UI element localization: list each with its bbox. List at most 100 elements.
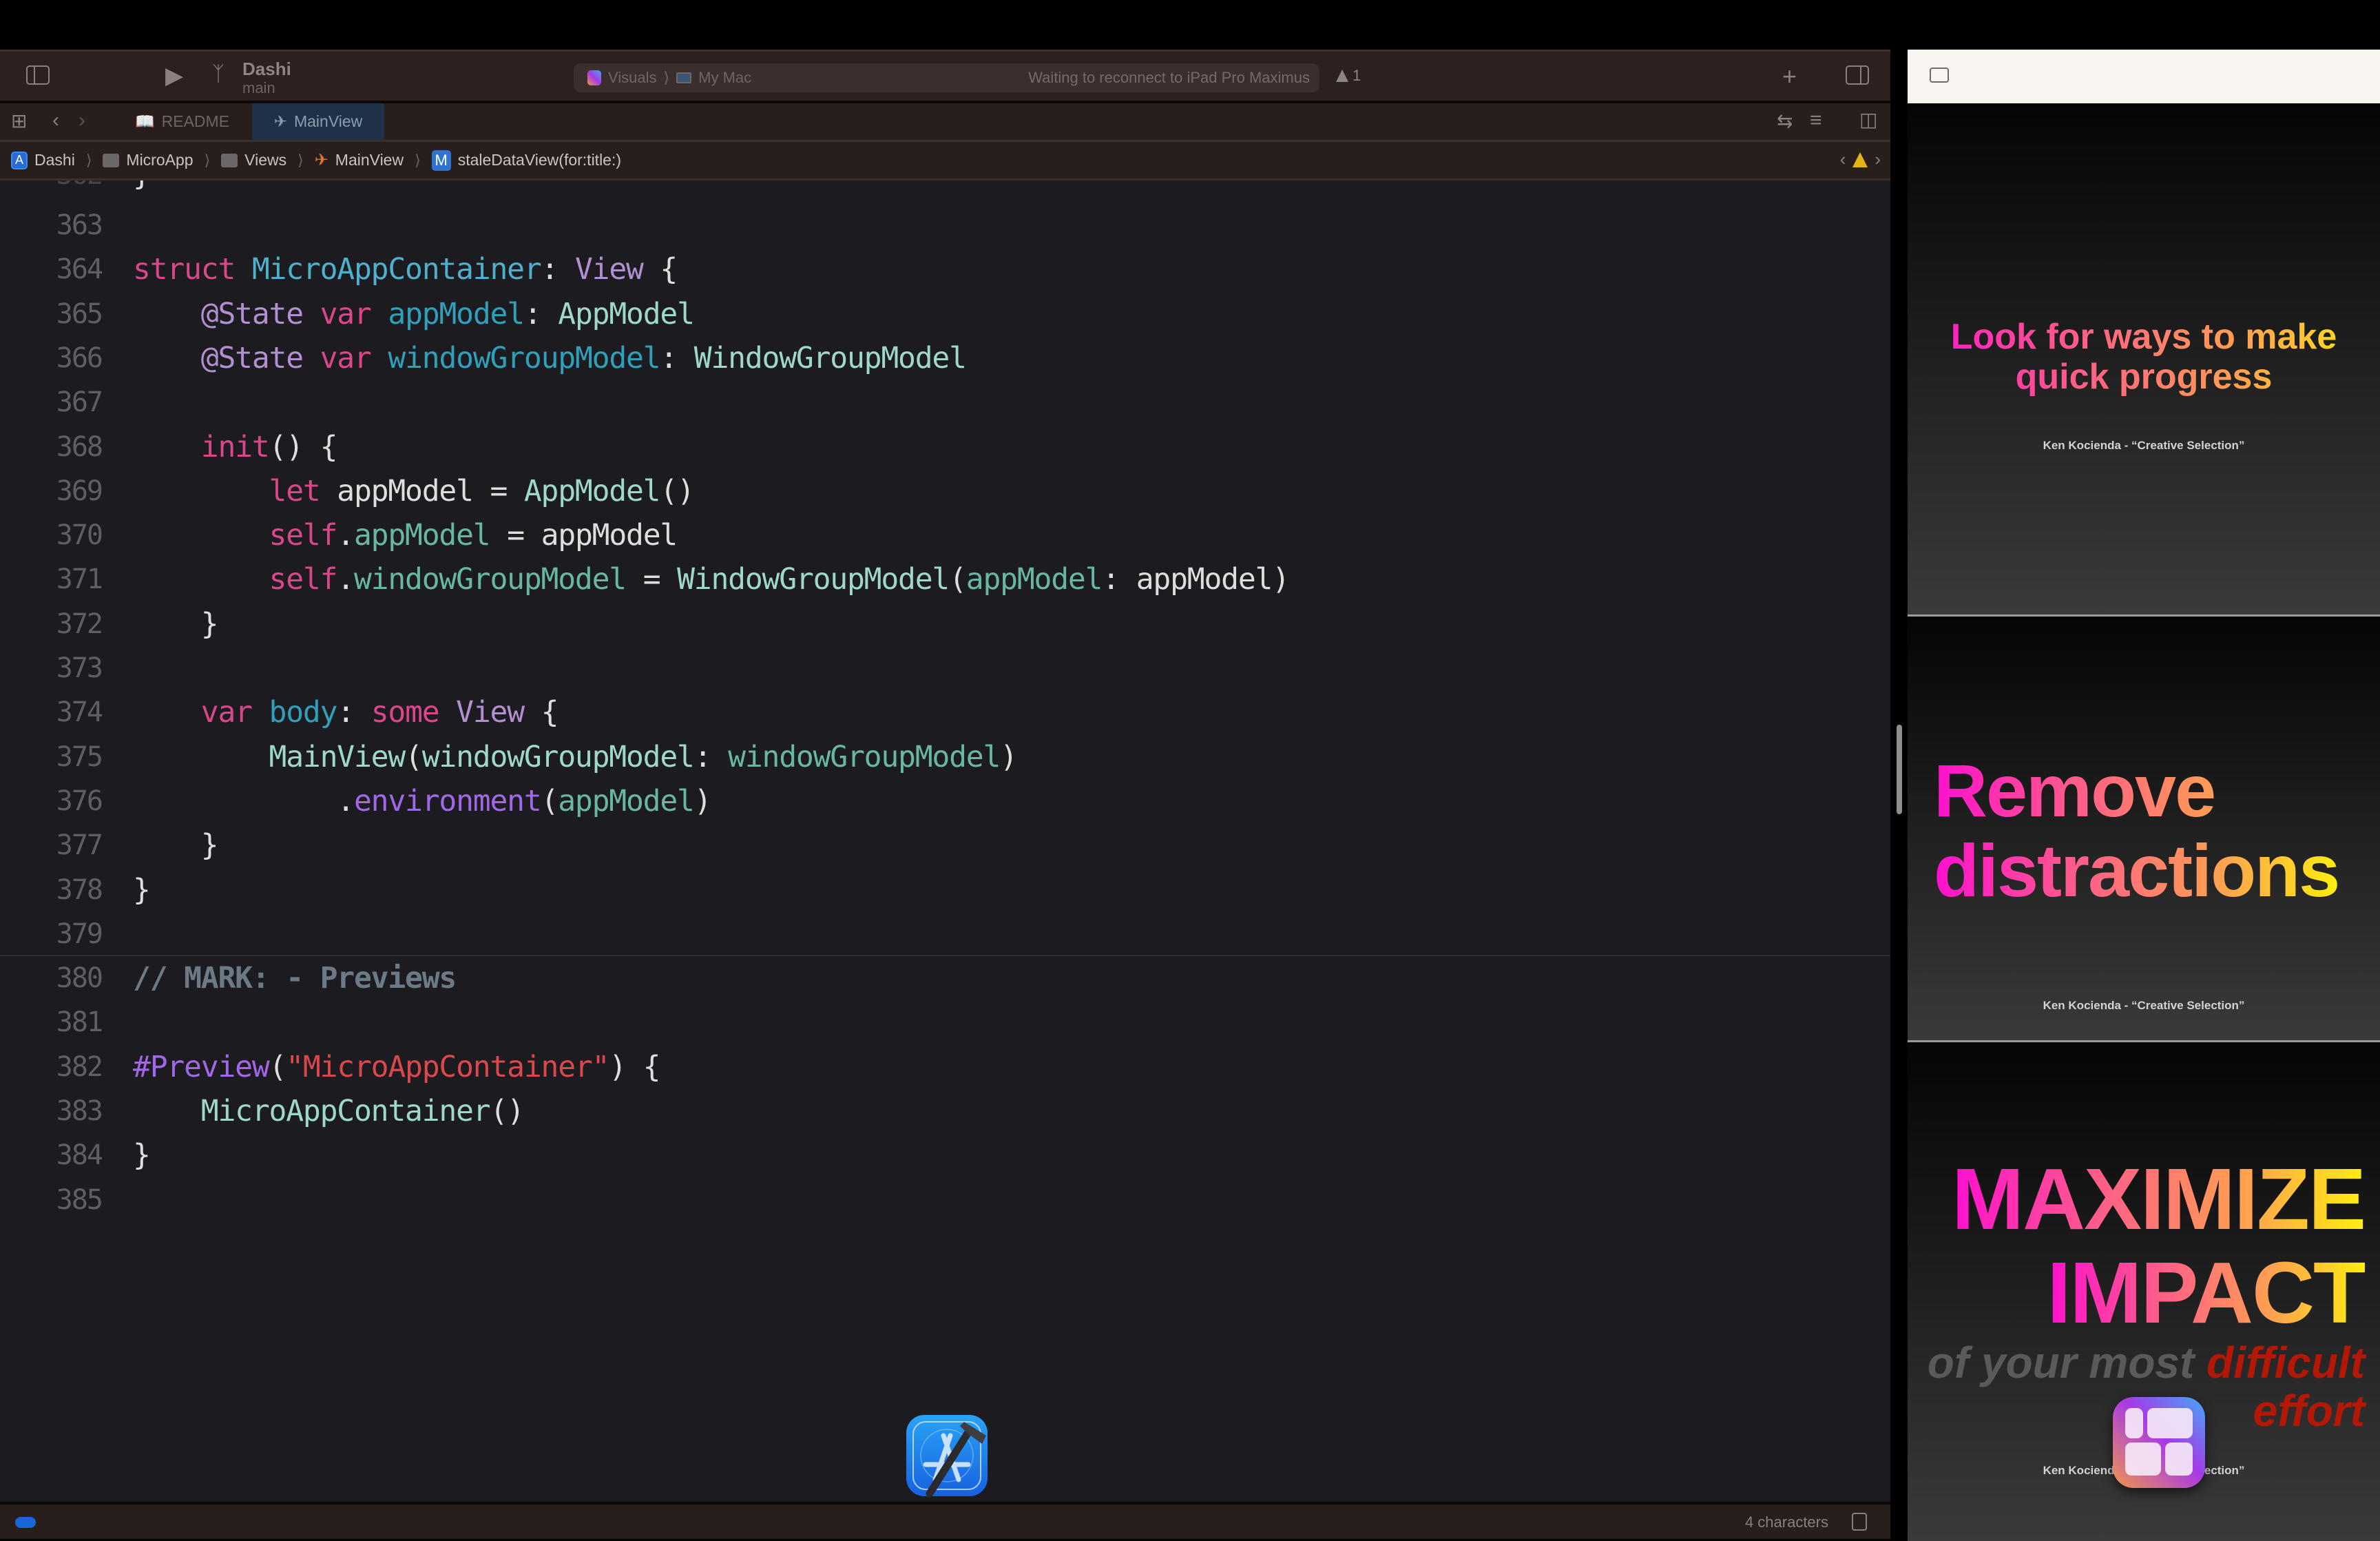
add-icon[interactable]: +	[1782, 64, 1797, 89]
code-token: self	[269, 518, 338, 553]
line-number: 381	[56, 1006, 103, 1039]
next-issue-icon[interactable]: ›	[1875, 149, 1881, 170]
warning-icon[interactable]	[1852, 152, 1868, 167]
crumb-method[interactable]: M staleDataView(for:title:)	[431, 149, 621, 171]
code-line: 379	[0, 912, 1890, 956]
visuals-app-icon[interactable]	[2113, 1397, 2205, 1488]
code-token: .	[337, 562, 355, 597]
code-token: :	[337, 695, 371, 730]
toolbar: ▶ ᛉ Dashi main Visuals ⟩ My Mac Waiting …	[0, 50, 1890, 103]
code-token: () {	[269, 429, 338, 464]
method-icon: M	[431, 149, 451, 171]
sidebar-toggle-icon[interactable]	[1930, 68, 1949, 83]
tab-label: MainView	[293, 112, 363, 130]
crumb-mainview[interactable]: ✈ MainView	[315, 150, 404, 170]
crumb-label: Dashi	[34, 151, 75, 169]
code-token: {	[643, 252, 678, 287]
code-line: 370 self.appModel = appModel	[0, 513, 1890, 557]
line-number: 375	[56, 741, 103, 773]
warning-count-badge[interactable]: 1	[1336, 67, 1361, 85]
code-token: WindowGroupModel	[677, 562, 950, 597]
code-text: // MARK: - Previews	[133, 961, 457, 995]
code-line: 383 MicroAppContainer()	[0, 1089, 1890, 1133]
editor-options-icon[interactable]: ≡	[1810, 110, 1822, 131]
issue-navigator: ‹ ›	[1840, 149, 1881, 170]
code-token: {	[523, 695, 559, 730]
crumb-project[interactable]: A Dashi	[11, 151, 75, 169]
forward-icon[interactable]: ›	[79, 110, 85, 131]
code-token: body	[269, 695, 338, 730]
code-line: 364 struct MicroAppContainer: View {	[0, 247, 1890, 291]
sidebar-toggle-icon[interactable]	[26, 65, 50, 85]
code-token: :	[523, 296, 559, 331]
code-token: (	[949, 562, 967, 597]
crumb-views[interactable]: Views	[221, 151, 286, 169]
code-token: var	[200, 695, 253, 730]
folder-icon	[221, 153, 238, 167]
code-token: windowGroupModel	[388, 340, 660, 375]
line-number: 384	[56, 1139, 103, 1172]
code-token: environment	[353, 783, 542, 818]
inspector-toggle-icon[interactable]	[1846, 65, 1869, 85]
activity-view[interactable]: Visuals ⟩ My Mac Waiting to reconnect to…	[574, 63, 1319, 92]
previous-issue-icon[interactable]: ‹	[1840, 149, 1846, 170]
code-text: init() {	[133, 429, 338, 464]
slide-title-line: MAXIMIZE	[1952, 1150, 2366, 1248]
slide-title: Look for ways to make quick progress	[1908, 317, 2380, 397]
swift-icon: ✈	[273, 112, 287, 130]
slide-title-line: Look for ways to make	[1950, 317, 2337, 357]
laptop-icon	[676, 72, 692, 83]
code-line: 385	[0, 1178, 1890, 1222]
chevron-right-icon: ⟩	[298, 151, 304, 169]
slide-title-line: quick progress	[2015, 357, 2273, 397]
slide-subtitle-2: effort	[2253, 1387, 2365, 1435]
code-text: }	[133, 1138, 151, 1172]
code-text: MainView(windowGroupModel: windowGroupMo…	[133, 739, 1019, 774]
code-text: self.appModel = appModel	[133, 518, 678, 553]
tab-readme[interactable]: 📖 README	[135, 103, 229, 140]
add-editor-icon[interactable]: ◫	[1859, 110, 1877, 130]
split-view-handle[interactable]	[1897, 725, 1902, 814]
line-number: 365	[56, 298, 103, 330]
line-number: 372	[56, 608, 103, 640]
crumb-microapp[interactable]: MicroApp	[103, 151, 194, 169]
code-token: (	[269, 1049, 287, 1084]
slide-2[interactable]: Remove distractions Ken Kocienda - “Crea…	[1908, 614, 2380, 1042]
code-token: @State	[200, 296, 304, 331]
code-token: (	[405, 739, 423, 774]
slide-1[interactable]: Look for ways to make quick progress Ken…	[1908, 103, 2380, 614]
code-text: MicroAppContainer()	[133, 1094, 525, 1128]
line-number: 385	[56, 1183, 103, 1216]
activity-indicator[interactable]	[15, 1517, 36, 1528]
code-editor[interactable]: 362 } 363 364 struct MicroAppContainer: Vi…	[0, 180, 1890, 1502]
compare-icon[interactable]: ⇆	[1777, 112, 1793, 131]
back-icon[interactable]: ‹	[52, 110, 59, 131]
debug-area-toggle-icon[interactable]	[1852, 1513, 1867, 1531]
grid-icon[interactable]: ⊞	[11, 112, 27, 131]
chevron-right-icon: ⟩	[85, 151, 92, 169]
code-line: 367	[0, 380, 1890, 424]
line-number: 379	[56, 918, 103, 950]
tab-mainview[interactable]: ✈ MainView	[252, 103, 384, 140]
code-token: ()	[490, 1094, 525, 1128]
chevron-right-icon: ⟩	[204, 151, 211, 169]
scheme-name[interactable]: Dashi	[242, 59, 291, 80]
code-token: appModel	[353, 518, 491, 553]
line-number: 363	[56, 209, 103, 241]
code-token: ()	[660, 473, 695, 508]
run-icon[interactable]: ▶	[165, 64, 183, 87]
line-number: 380	[56, 962, 103, 995]
code-line: 374 var body: some View {	[0, 690, 1890, 734]
panel-header	[1908, 50, 2380, 103]
slide-title: Remove distractions	[1934, 751, 2339, 911]
slide-3[interactable]: MAXIMIZE IMPACT of your most difficult e…	[1908, 1040, 2380, 1541]
run-destination[interactable]: Visuals ⟩ My Mac	[587, 69, 751, 87]
xcode-app-icon[interactable]	[901, 1405, 997, 1502]
